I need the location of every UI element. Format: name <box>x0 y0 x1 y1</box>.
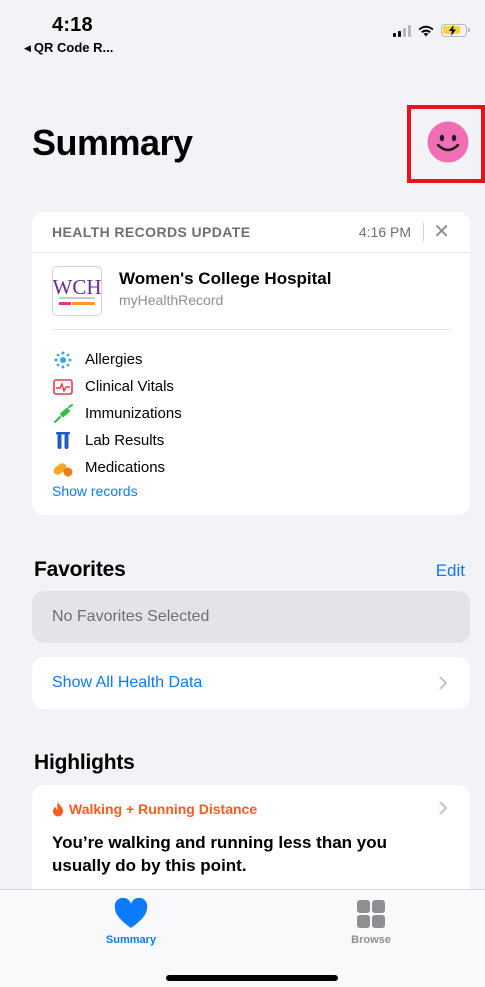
back-to-app-link[interactable]: ◀ QR Code R... <box>24 40 113 55</box>
health-record-categories: Allergies Clinical Vitals Immunizations <box>52 346 182 481</box>
tab-browse-label: Browse <box>351 934 391 946</box>
show-records-link[interactable]: Show records <box>52 483 138 499</box>
hospital-logo-text: WCH <box>53 275 101 299</box>
list-item: Allergies <box>52 346 182 373</box>
list-item: Immunizations <box>52 400 182 427</box>
highlight-message: You’re walking and running less than you… <box>52 833 388 875</box>
hospital-logo: WCH <box>52 266 102 316</box>
tab-summary[interactable]: Summary <box>71 898 191 946</box>
flame-icon <box>53 801 63 816</box>
grid-icon <box>357 900 385 928</box>
category-label: Medications <box>85 459 166 476</box>
show-all-health-data-row[interactable]: Show All Health Data <box>32 657 470 709</box>
clinical-vitals-icon <box>52 378 74 396</box>
highlight-category-label: Walking + Running Distance <box>69 801 258 817</box>
chevron-right-icon <box>439 676 447 690</box>
list-item: Clinical Vitals <box>52 373 182 400</box>
allergies-icon <box>52 351 74 369</box>
category-label: Allergies <box>85 351 143 368</box>
tab-bar: Summary Browse <box>0 889 485 987</box>
lab-results-icon <box>52 431 74 450</box>
health-records-update-card[interactable]: HEALTH RECORDS UPDATE 4:16 PM ✕ WCH Wome… <box>32 212 470 515</box>
page-title: Summary <box>32 122 193 163</box>
highlight-category: Walking + Running Distance <box>52 801 257 817</box>
health-records-header: HEALTH RECORDS UPDATE <box>52 224 251 240</box>
close-icon[interactable]: ✕ <box>433 220 450 244</box>
list-item: Lab Results <box>52 427 182 454</box>
status-bar: 4:18 ◀ QR Code R... <box>0 0 485 70</box>
immunizations-icon <box>52 403 74 423</box>
health-records-time: 4:16 PM <box>358 224 411 240</box>
tab-browse[interactable]: Browse <box>311 898 431 946</box>
heart-icon <box>114 898 148 928</box>
status-icons <box>393 24 470 37</box>
battery-icon <box>441 24 470 37</box>
back-triangle-icon: ◀ <box>24 43 31 53</box>
wifi-icon <box>418 25 434 37</box>
favorites-empty-label: No Favorites Selected <box>52 608 210 625</box>
favorites-empty-state: No Favorites Selected <box>32 591 470 643</box>
status-time: 4:18 <box>52 14 93 36</box>
profile-avatar-smiley-icon[interactable] <box>427 121 469 163</box>
edit-favorites-button[interactable]: Edit <box>436 561 465 581</box>
show-all-health-data-label: Show All Health Data <box>52 674 203 691</box>
tab-summary-label: Summary <box>105 934 157 946</box>
home-indicator <box>166 975 338 981</box>
cellular-signal-icon <box>393 24 411 37</box>
category-label: Clinical Vitals <box>85 378 174 395</box>
highlights-title: Highlights <box>34 751 135 774</box>
list-item: Medications <box>52 454 182 481</box>
category-label: Lab Results <box>85 432 165 449</box>
hospital-name: Women's College Hospital <box>119 269 332 288</box>
back-app-label: QR Code R... <box>33 40 114 55</box>
records-source: myHealthRecord <box>119 292 224 308</box>
chevron-right-icon <box>439 801 447 815</box>
category-label: Immunizations <box>85 405 182 422</box>
divider <box>32 252 470 253</box>
divider <box>52 329 450 330</box>
favorites-title: Favorites <box>34 558 126 581</box>
medications-icon <box>52 459 74 477</box>
header-separator <box>423 223 424 241</box>
